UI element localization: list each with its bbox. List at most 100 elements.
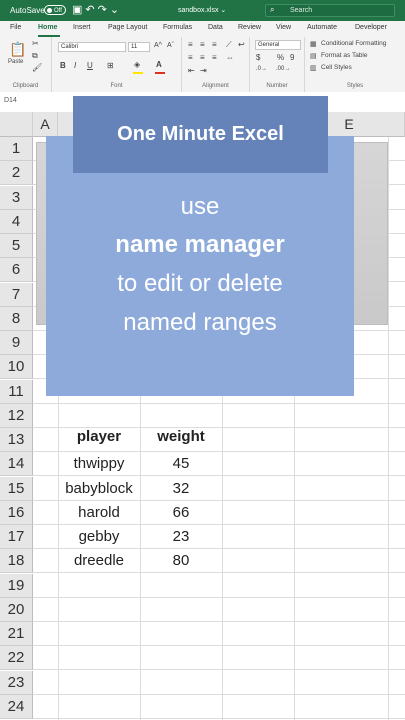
row-header[interactable]: 17	[0, 525, 33, 549]
weight-cell[interactable]: 23	[140, 525, 222, 549]
row-header[interactable]: 23	[0, 670, 33, 695]
row-header[interactable]: 3	[0, 185, 33, 210]
row-header[interactable]: 16	[0, 500, 33, 525]
paste-label[interactable]: Paste	[8, 59, 23, 65]
increase-decimal-icon[interactable]: .0→	[256, 66, 267, 72]
conditional-formatting-button[interactable]: Conditional Formatting	[321, 40, 386, 47]
tab-page-layout[interactable]: Page Layout	[108, 24, 147, 31]
search-input[interactable]: ⌕ Search	[265, 4, 395, 17]
row-header[interactable]: 7	[0, 282, 33, 307]
row-header[interactable]: 14	[0, 452, 33, 477]
autosave-toggle[interactable]: Off	[44, 5, 66, 15]
row-header[interactable]: 13	[0, 428, 33, 452]
row-header[interactable]: 4	[0, 209, 33, 234]
row-header[interactable]: 22	[0, 646, 33, 671]
currency-button[interactable]: $	[256, 53, 260, 62]
bold-button[interactable]: B	[60, 61, 66, 70]
redo-icon[interactable]: ↷	[98, 4, 110, 16]
gridline	[33, 620, 405, 622]
increase-font-icon[interactable]: A^	[154, 42, 162, 49]
weight-cell[interactable]: 45	[140, 452, 222, 476]
header-cell-player[interactable]: player	[58, 425, 140, 449]
format-as-table-icon[interactable]: ▤	[310, 52, 317, 60]
tab-review[interactable]: Review	[238, 24, 261, 31]
row-header[interactable]: 19	[0, 573, 33, 598]
wrap-text-icon[interactable]: ↩	[238, 40, 245, 49]
weight-cell[interactable]: 66	[140, 501, 222, 525]
select-all-corner[interactable]	[0, 112, 33, 137]
player-cell[interactable]: thwippy	[58, 452, 140, 476]
undo-icon[interactable]: ↶	[85, 4, 97, 16]
row-header[interactable]: 18	[0, 549, 33, 574]
font-name-select[interactable]: Calibri	[58, 42, 126, 52]
format-painter-icon[interactable]: 🖌	[32, 63, 42, 72]
row-header[interactable]: 15	[0, 476, 33, 501]
row-header[interactable]: 12	[0, 403, 33, 428]
percent-button[interactable]: %	[277, 53, 284, 62]
customize-qat-icon[interactable]: ⌄	[110, 4, 122, 16]
player-cell[interactable]: babyblock	[58, 477, 140, 501]
decrease-decimal-icon[interactable]: .00→	[276, 66, 290, 72]
orientation-icon[interactable]: ⟋	[226, 40, 232, 50]
align-right-icon[interactable]: ≡	[212, 53, 217, 62]
weight-cell[interactable]: 32	[140, 477, 222, 501]
row-header[interactable]: 2	[0, 161, 33, 186]
fill-color-icon[interactable]: ◈	[134, 60, 140, 69]
format-as-table-button[interactable]: Format as Table	[321, 52, 367, 59]
save-icon[interactable]: ▣	[72, 4, 85, 16]
paste-icon[interactable]: 📋	[9, 41, 26, 58]
message-line-4: named ranges	[123, 309, 277, 336]
comma-button[interactable]: 9	[290, 53, 294, 62]
row-header[interactable]: 10	[0, 355, 33, 380]
row-header[interactable]: 11	[0, 379, 33, 404]
tab-formulas[interactable]: Formulas	[163, 24, 192, 31]
row-header[interactable]: 1	[0, 137, 33, 161]
row-header[interactable]: 9	[0, 331, 33, 355]
row-header[interactable]: 20	[0, 597, 33, 622]
decrease-font-icon[interactable]: Aˇ	[167, 42, 174, 49]
toggle-knob	[47, 7, 52, 13]
tab-file[interactable]: File	[10, 24, 21, 31]
column-header-a[interactable]: A	[33, 112, 58, 137]
tab-insert[interactable]: Insert	[73, 24, 91, 31]
borders-icon[interactable]: ⊞	[107, 61, 114, 70]
italic-button[interactable]: I	[74, 61, 76, 70]
decrease-indent-icon[interactable]: ⇤	[188, 66, 195, 75]
tab-home[interactable]: Home	[38, 24, 57, 31]
styles-group-label: Styles	[346, 83, 364, 89]
cell-styles-icon[interactable]: ▥	[310, 64, 317, 72]
player-cell[interactable]: dreedle	[58, 549, 140, 573]
file-name[interactable]: sandbox.xlsx ⌄	[178, 6, 226, 14]
row-header[interactable]: 21	[0, 622, 33, 646]
weight-cell[interactable]: 80	[140, 549, 222, 573]
tab-developer[interactable]: Developer	[355, 24, 387, 31]
tab-view[interactable]: View	[276, 24, 291, 31]
row-header[interactable]: 8	[0, 306, 33, 331]
header-cell-weight[interactable]: weight	[140, 425, 222, 449]
name-box[interactable]: D14	[4, 97, 17, 104]
align-center-icon[interactable]: ≡	[200, 53, 205, 62]
copy-icon[interactable]: ⧉	[32, 51, 38, 61]
conditional-formatting-icon[interactable]: ▦	[310, 40, 317, 48]
cell-styles-button[interactable]: Cell Styles	[321, 64, 352, 71]
tab-automate[interactable]: Automate	[307, 24, 337, 31]
middle-align-icon[interactable]: ≡	[200, 40, 205, 49]
font-size-select[interactable]: 11	[128, 42, 150, 52]
increase-indent-icon[interactable]: ⇥	[200, 66, 207, 75]
row-header[interactable]: 5	[0, 234, 33, 258]
tab-data[interactable]: Data	[208, 24, 223, 31]
font-color-icon[interactable]: A	[156, 60, 162, 69]
row-header[interactable]: 24	[0, 694, 33, 719]
row-header[interactable]: 6	[0, 258, 33, 283]
cut-icon[interactable]: ✂	[32, 39, 39, 48]
player-cell[interactable]: harold	[58, 501, 140, 525]
underline-button[interactable]: U	[87, 61, 93, 70]
number-format-select[interactable]: General	[255, 40, 301, 50]
player-cell[interactable]: gebby	[58, 525, 140, 549]
fill-color-swatch	[133, 72, 143, 74]
align-left-icon[interactable]: ≡	[188, 53, 193, 62]
top-align-icon[interactable]: ≡	[188, 40, 193, 49]
bottom-align-icon[interactable]: ≡	[212, 40, 217, 49]
merge-center-icon[interactable]: ⇔	[226, 53, 234, 62]
message-card	[46, 136, 354, 396]
